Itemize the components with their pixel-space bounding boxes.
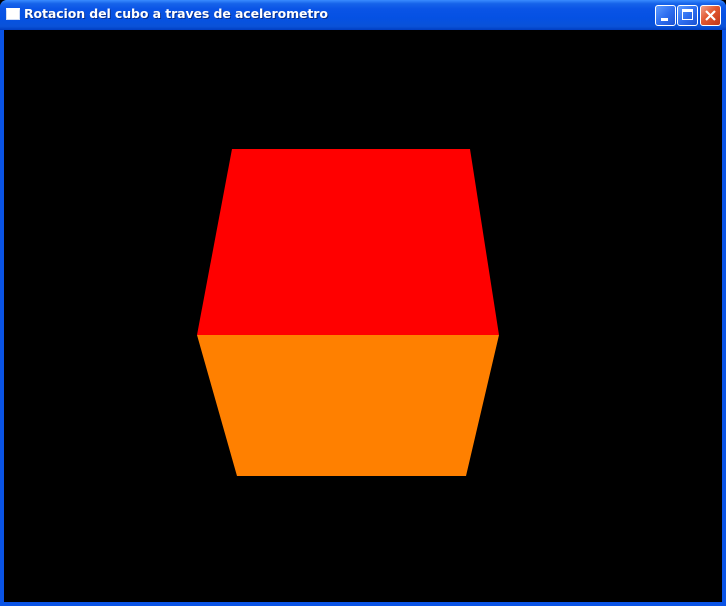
- minimize-icon: [661, 18, 668, 21]
- cube-front-face: [197, 335, 499, 476]
- cube-top-face: [197, 149, 499, 335]
- minimize-button[interactable]: [655, 5, 676, 26]
- render-canvas[interactable]: [4, 30, 722, 602]
- close-button[interactable]: [700, 5, 721, 26]
- maximize-button[interactable]: [677, 5, 698, 26]
- app-window-icon[interactable]: [6, 8, 20, 20]
- application-window: Rotacion del cubo a traves de aceleromet…: [0, 0, 726, 606]
- close-icon: [705, 10, 716, 21]
- maximize-icon: [682, 9, 693, 20]
- window-title: Rotacion del cubo a traves de aceleromet…: [24, 6, 328, 21]
- cube-viewport: [197, 149, 499, 476]
- title-bar[interactable]: Rotacion del cubo a traves de aceleromet…: [0, 0, 726, 30]
